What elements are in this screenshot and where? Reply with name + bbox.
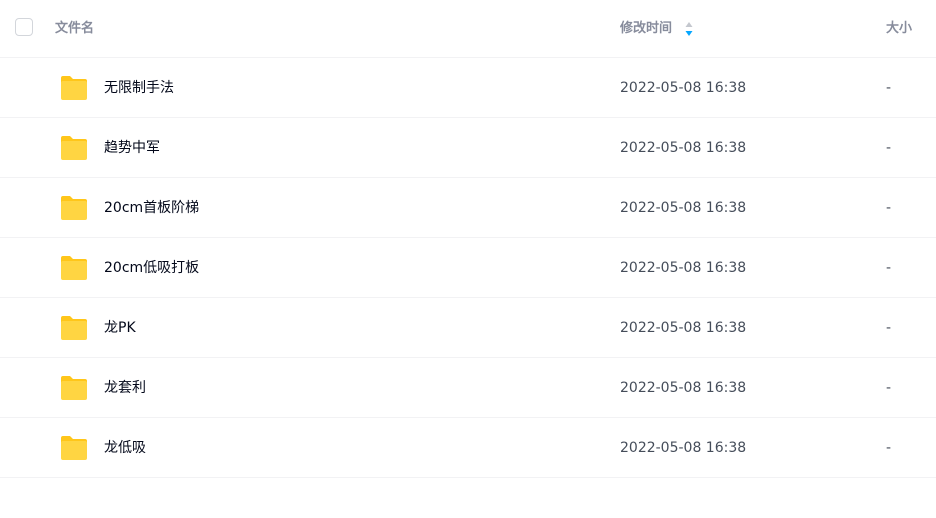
table-row[interactable]: 龙低吸 2022-05-08 16:38 - [0,418,936,478]
folder-icon [61,136,87,160]
folder-icon [61,256,87,280]
file-name[interactable]: 趋势中军 [104,138,160,158]
file-name[interactable]: 无限制手法 [104,78,174,98]
file-modified: 2022-05-08 16:38 [620,200,747,216]
file-modified: 2022-05-08 16:38 [620,260,747,276]
folder-icon [61,316,87,340]
file-size: - [886,200,892,216]
table-row[interactable]: 龙套利 2022-05-08 16:38 - [0,358,936,418]
folder-icon [61,196,87,220]
file-modified: 2022-05-08 16:38 [620,440,747,456]
table-header: 文件名 修改时间 大小 [0,0,936,58]
file-name[interactable]: 龙PK [104,318,136,338]
file-name[interactable]: 20cm低吸打板 [104,258,199,278]
folder-icon [61,436,87,460]
file-size: - [886,260,892,276]
file-name[interactable]: 20cm首板阶梯 [104,198,199,218]
select-all-checkbox[interactable] [15,18,33,36]
file-name[interactable]: 龙低吸 [104,438,146,458]
file-modified: 2022-05-08 16:38 [620,320,747,336]
file-modified: 2022-05-08 16:38 [620,80,747,96]
file-size: - [886,320,892,336]
file-modified: 2022-05-08 16:38 [620,140,747,156]
table-row[interactable]: 无限制手法 2022-05-08 16:38 - [0,58,936,118]
column-header-modified[interactable]: 修改时间 [620,20,672,38]
sort-icon[interactable] [684,21,694,37]
file-size: - [886,440,892,456]
folder-icon [61,76,87,100]
column-header-filename[interactable]: 文件名 [55,20,94,38]
file-size: - [886,80,892,96]
file-modified: 2022-05-08 16:38 [620,380,747,396]
file-list-table: 文件名 修改时间 大小 无限制手法 2022-05-08 16:38 - 趋势中… [0,0,936,518]
folder-icon [61,376,87,400]
table-row[interactable]: 龙PK 2022-05-08 16:38 - [0,298,936,358]
file-size: - [886,380,892,396]
table-row[interactable]: 20cm低吸打板 2022-05-08 16:38 - [0,238,936,298]
file-size: - [886,140,892,156]
file-name[interactable]: 龙套利 [104,378,146,398]
table-row[interactable]: 20cm首板阶梯 2022-05-08 16:38 - [0,178,936,238]
table-row[interactable]: 趋势中军 2022-05-08 16:38 - [0,118,936,178]
column-header-size[interactable]: 大小 [886,20,912,38]
